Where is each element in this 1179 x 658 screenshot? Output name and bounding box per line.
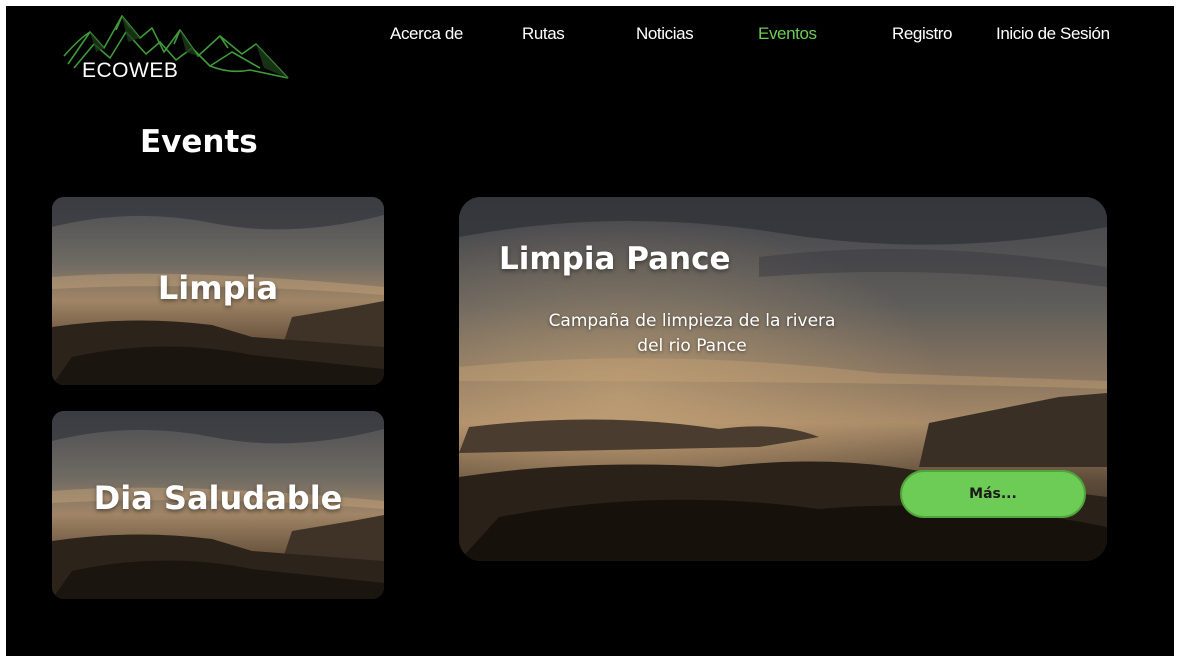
event-card-title: Dia Saludable xyxy=(93,479,343,517)
nav-item-registro[interactable]: Registro xyxy=(892,24,953,44)
page-title: Events xyxy=(140,124,258,160)
featured-event-description: Campaña de limpieza de la rivera del rio… xyxy=(548,311,836,356)
more-button[interactable]: Más... xyxy=(900,470,1086,518)
nav-item-eventos[interactable]: Eventos xyxy=(758,24,817,44)
nav-item-inicio-de-sesion[interactable]: Inicio de Sesión xyxy=(996,24,1110,44)
event-card-limpia[interactable]: Limpia xyxy=(52,197,384,385)
nav-item-rutas[interactable]: Rutas xyxy=(522,24,565,44)
logo-text: ECOWEB xyxy=(82,59,179,82)
featured-event-card: Limpia Pance Campaña de limpieza de la r… xyxy=(459,197,1107,561)
page-frame: ECOWEB Acerca de Rutas Noticias Eventos … xyxy=(6,6,1174,656)
mountains-icon xyxy=(63,15,289,79)
event-card-dia-saludable[interactable]: Dia Saludable xyxy=(52,411,384,599)
main-nav: Acerca de Rutas Noticias Eventos Registr… xyxy=(6,24,1174,48)
logo[interactable]: ECOWEB xyxy=(60,8,300,98)
featured-event-title: Limpia Pance xyxy=(499,241,731,277)
nav-item-noticias[interactable]: Noticias xyxy=(636,24,694,44)
nav-item-acerca-de[interactable]: Acerca de xyxy=(390,24,463,44)
event-card-title: Limpia xyxy=(157,269,279,307)
